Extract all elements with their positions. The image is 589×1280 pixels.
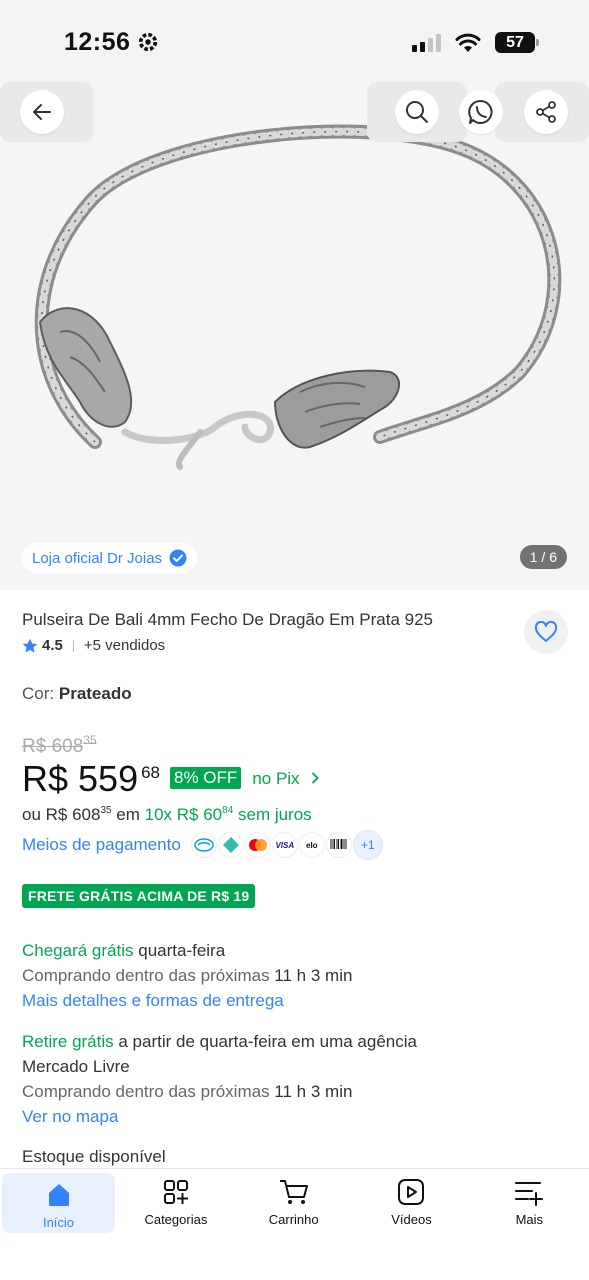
heart-icon [534, 621, 558, 642]
nav-categories[interactable]: Categorias [117, 1169, 235, 1231]
status-time: 12:56 [64, 28, 131, 56]
pix-link[interactable]: no Pix [252, 769, 320, 789]
chevron-right-icon [312, 772, 320, 784]
search-button[interactable] [395, 90, 439, 134]
color-selector[interactable]: Cor: Prateado [22, 684, 132, 704]
pix-icon [217, 832, 244, 858]
payment-methods-link[interactable]: Meios de pagamento [22, 835, 181, 855]
color-value: Prateado [58, 684, 132, 703]
signal-icon [412, 33, 441, 52]
back-icon [33, 104, 51, 120]
status-bar: 12:56 57 [0, 0, 589, 82]
cart-icon [279, 1179, 308, 1204]
product-image [34, 124, 562, 470]
gear-icon [138, 32, 158, 52]
pickup-info: Retire grátis a partir de quarta-feira e… [22, 1029, 417, 1129]
current-price-cents: 68 [141, 763, 161, 782]
nav-videos[interactable]: Vídeos [353, 1169, 471, 1231]
star-icon [22, 638, 38, 653]
current-price: R$ 559 [22, 758, 139, 799]
video-icon [398, 1178, 425, 1205]
store-name: Loja oficial Dr Joias [32, 549, 163, 567]
nav-cart[interactable]: Carrinho [235, 1169, 353, 1231]
discount-badge: 8% OFF [170, 767, 242, 789]
share-button[interactable] [524, 90, 568, 134]
installment-info: ou R$ 60835 em 10x R$ 6084 sem juros [22, 805, 312, 824]
search-icon [406, 101, 428, 123]
rating-value: 4.5 [42, 637, 63, 654]
map-link[interactable]: Ver no mapa [22, 1104, 417, 1129]
payment-methods-row[interactable]: Meios de pagamento VISA elo +1 [22, 830, 383, 860]
more-payment-methods[interactable]: +1 [352, 830, 383, 860]
elo-icon: elo [298, 832, 325, 858]
whatsapp-button[interactable] [459, 90, 503, 134]
share-icon [536, 101, 556, 123]
sold-count: +5 vendidos [83, 637, 166, 654]
back-button[interactable] [20, 90, 64, 134]
battery-icon: 57 [495, 32, 539, 53]
home-icon [48, 1183, 69, 1206]
boleto-icon [325, 832, 352, 858]
product-image-gallery[interactable]: Loja oficial Dr Joias 1 / 6 [0, 82, 589, 590]
mercado-pago-icon [190, 832, 217, 858]
stock-status: Estoque disponível [22, 1147, 166, 1166]
favorite-button[interactable] [524, 610, 568, 654]
delivery-info: Chegará grátis quarta-feira Comprando de… [22, 938, 352, 1013]
free-shipping-badge: FRETE GRÁTIS ACIMA DE R$ 19 [22, 884, 256, 908]
nav-more[interactable]: Mais [470, 1169, 588, 1231]
whatsapp-icon [468, 99, 493, 124]
visa-icon: VISA [271, 832, 298, 858]
mastercard-icon [244, 832, 271, 858]
bottom-navigation: Início Categorias Carrinho Vídeos Mais [0, 1168, 589, 1280]
rating-row[interactable]: 4.5 +5 vendidos [22, 637, 165, 654]
categories-icon [163, 1179, 188, 1204]
product-title: Pulseira De Bali 4mm Fecho De Dragão Em … [22, 610, 434, 629]
price-row: R$ 559 68 8% OFF no Pix [22, 759, 320, 799]
menu-plus-icon [515, 1181, 544, 1206]
nav-home[interactable]: Início [2, 1173, 115, 1233]
original-price: R$ 60835 [22, 733, 97, 757]
image-counter: 1 / 6 [519, 545, 567, 569]
delivery-details-link[interactable]: Mais detalhes e formas de entrega [22, 988, 352, 1013]
wifi-icon [455, 33, 481, 52]
color-label: Cor: [22, 684, 55, 703]
official-store-badge[interactable]: Loja oficial Dr Joias [22, 543, 198, 573]
verified-icon [169, 549, 187, 567]
